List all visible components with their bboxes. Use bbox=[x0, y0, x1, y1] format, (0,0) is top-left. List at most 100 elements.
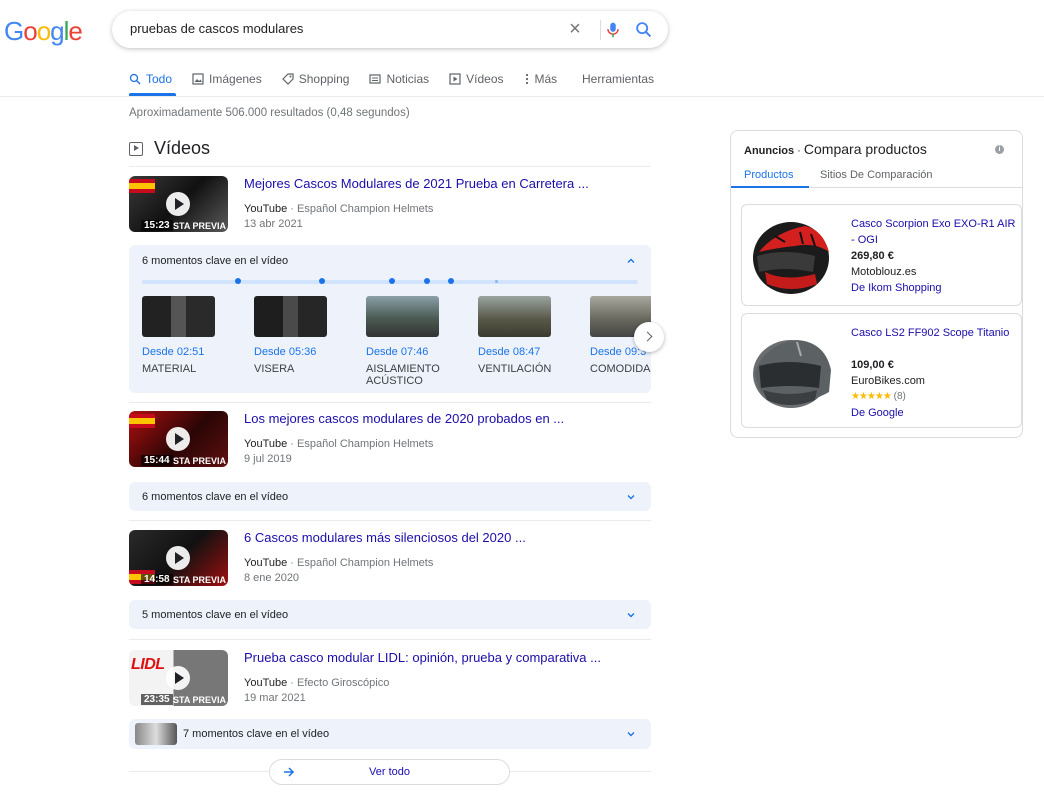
video-icon bbox=[129, 141, 143, 156]
key-moments-panel[interactable]: 6 momentos clave en el vídeo bbox=[129, 482, 651, 511]
thumbnail-caption: STA PREVIA bbox=[173, 221, 227, 231]
key-moments-panel[interactable]: 7 momentos clave en el vídeo bbox=[129, 719, 651, 749]
result-stats: Aproximadamente 506.000 resultados (0,48… bbox=[129, 107, 410, 119]
video-thumbnail[interactable]: 14:58 STA PREVIA bbox=[129, 530, 228, 586]
moment-thumbnail bbox=[366, 296, 439, 337]
google-logo[interactable]: Google bbox=[4, 16, 83, 47]
logo-letter: g bbox=[50, 16, 65, 46]
tab-noticias[interactable]: Noticias bbox=[369, 70, 429, 88]
divider bbox=[129, 166, 651, 167]
tab-sitios-comparacion[interactable]: Sitios De Comparación bbox=[820, 169, 933, 181]
video-duration: 14:58 bbox=[141, 574, 173, 585]
tab-label: Vídeos bbox=[466, 72, 504, 86]
tab-label: Todo bbox=[146, 72, 173, 86]
timeline-marker[interactable] bbox=[319, 278, 325, 284]
product-card[interactable]: Casco LS2 FF902 Scope Titanio 109,00 € E… bbox=[741, 313, 1022, 428]
moment-label: VISERA bbox=[254, 363, 295, 375]
moment-item[interactable]: Desde 05:36 VISERA bbox=[254, 296, 354, 375]
video-channel: Español Champion Helmets bbox=[297, 203, 434, 215]
review-count: (8) bbox=[893, 391, 906, 402]
moment-item[interactable]: Desde 08:47 VENTILACIÓN bbox=[478, 296, 578, 375]
key-moments-toggle[interactable]: 7 momentos clave en el vídeo bbox=[183, 728, 329, 740]
thumbnail-caption: STA PREVIA bbox=[173, 695, 227, 705]
chevron-down-icon[interactable] bbox=[626, 729, 636, 739]
video-result: 14:58 STA PREVIA 6 Cascos modulares más … bbox=[129, 530, 651, 590]
key-moments-toggle[interactable]: 5 momentos clave en el vídeo bbox=[142, 609, 288, 621]
timeline-marker[interactable] bbox=[494, 280, 498, 283]
tab-productos[interactable]: Productos bbox=[731, 169, 809, 188]
product-name: Casco Scorpion Exo EXO-R1 AIR - OGI bbox=[851, 218, 1016, 246]
tools-button[interactable]: Herramientas bbox=[582, 72, 654, 86]
chevron-down-icon[interactable] bbox=[626, 610, 636, 620]
see-all-button[interactable]: Ver todo bbox=[269, 759, 510, 785]
product-vendor[interactable]: De Ikom Shopping bbox=[851, 282, 942, 294]
tab-shopping[interactable]: Shopping bbox=[281, 70, 349, 88]
search-divider bbox=[600, 20, 601, 40]
moment-item[interactable]: Desde 07:46 AISLAMIENTO ACÚSTICO bbox=[366, 296, 466, 387]
video-site: YouTube bbox=[244, 557, 288, 569]
tag-icon bbox=[281, 73, 294, 85]
tab-imagenes[interactable]: Imágenes bbox=[192, 70, 262, 88]
video-title-link[interactable]: Los mejores cascos modulares de 2020 pro… bbox=[244, 411, 564, 426]
moment-item[interactable]: Desde 02:51 MATERIAL bbox=[142, 296, 242, 375]
tab-videos[interactable]: Vídeos bbox=[449, 70, 504, 88]
moment-thumbnail bbox=[478, 296, 551, 337]
info-icon[interactable]: i bbox=[995, 145, 1004, 154]
chevron-down-icon[interactable] bbox=[626, 492, 636, 502]
search-box[interactable]: pruebas de cascos modulares × bbox=[112, 11, 668, 48]
product-name: Casco LS2 FF902 Scope Titanio bbox=[851, 327, 1010, 339]
tab-todo[interactable]: Todo bbox=[129, 70, 177, 96]
star-rating-icon: ★★★★★ bbox=[851, 391, 892, 402]
video-source: YouTube · Efecto Giroscópico bbox=[244, 677, 390, 689]
product-vendor[interactable]: De Google bbox=[851, 407, 904, 419]
moment-timestamp: Desde 05:36 bbox=[254, 346, 317, 358]
video-channel: Efecto Giroscópico bbox=[297, 677, 390, 689]
search-tabs: Todo Imágenes Shopping Noticias Vídeos M… bbox=[129, 70, 577, 96]
video-date: 9 jul 2019 bbox=[244, 453, 292, 465]
clear-icon[interactable]: × bbox=[564, 18, 586, 40]
divider bbox=[129, 639, 651, 640]
key-moments-toggle[interactable]: 6 momentos clave en el vídeo bbox=[142, 491, 288, 503]
news-icon bbox=[369, 74, 382, 84]
search-icon bbox=[129, 73, 141, 85]
product-card[interactable]: Casco Scorpion Exo EXO-R1 AIR - OGI 269,… bbox=[741, 204, 1022, 306]
timeline-marker[interactable] bbox=[235, 278, 241, 284]
video-result: LIDL 23:35 STA PREVIA Prueba casco modul… bbox=[129, 650, 651, 710]
moment-label: COMODIDAD bbox=[590, 363, 651, 375]
carousel-next-button[interactable] bbox=[634, 322, 664, 352]
search-icon[interactable] bbox=[633, 19, 655, 41]
thumbnail-caption: STA PREVIA bbox=[173, 456, 227, 466]
videos-heading: Vídeos bbox=[129, 138, 210, 159]
video-title-link[interactable]: Prueba casco modular LIDL: opinión, prue… bbox=[244, 650, 601, 665]
chevron-up-icon[interactable] bbox=[626, 256, 636, 266]
video-thumbnail[interactable]: LIDL 23:35 STA PREVIA bbox=[129, 650, 228, 706]
moment-timestamp: Desde 02:51 bbox=[142, 346, 205, 358]
ads-label: Anuncios bbox=[744, 145, 795, 157]
video-result: 15:23 STA PREVIA Mejores Cascos Modulare… bbox=[129, 176, 651, 236]
timeline-marker[interactable] bbox=[424, 278, 430, 284]
moment-timestamp: Desde 07:46 bbox=[366, 346, 429, 358]
video-site: YouTube bbox=[244, 203, 288, 215]
video-title-link[interactable]: Mejores Cascos Modulares de 2021 Prueba … bbox=[244, 176, 589, 191]
moment-timestamp: Desde 08:47 bbox=[478, 346, 541, 358]
ads-tabs: Productos Sitios De Comparación bbox=[731, 169, 1022, 188]
search-input[interactable]: pruebas de cascos modulares bbox=[130, 21, 303, 36]
video-date: 13 abr 2021 bbox=[244, 218, 303, 230]
thumbnail-caption: STA PREVIA bbox=[173, 575, 227, 585]
product-price: 269,80 € bbox=[851, 250, 894, 262]
timeline-marker[interactable] bbox=[389, 278, 395, 284]
moment-thumbnail bbox=[254, 296, 327, 337]
more-vert-icon bbox=[525, 73, 528, 85]
divider bbox=[129, 520, 651, 521]
tab-mas[interactable]: Más bbox=[524, 70, 557, 88]
video-thumbnail[interactable]: 15:44 STA PREVIA bbox=[129, 411, 228, 467]
video-channel: Español Champion Helmets bbox=[297, 557, 434, 569]
video-title-link[interactable]: 6 Cascos modulares más silenciosos del 2… bbox=[244, 530, 526, 545]
timeline-marker[interactable] bbox=[448, 278, 454, 284]
video-thumbnail[interactable]: 15:23 STA PREVIA bbox=[129, 176, 228, 232]
shopping-ads-panel: Anuncios · Compara productos i Productos… bbox=[730, 130, 1023, 438]
microphone-icon[interactable] bbox=[602, 19, 624, 41]
video-date: 19 mar 2021 bbox=[244, 692, 306, 704]
key-moments-panel[interactable]: 5 momentos clave en el vídeo bbox=[129, 600, 651, 629]
key-moments-toggle[interactable]: 6 momentos clave en el vídeo bbox=[142, 255, 288, 267]
